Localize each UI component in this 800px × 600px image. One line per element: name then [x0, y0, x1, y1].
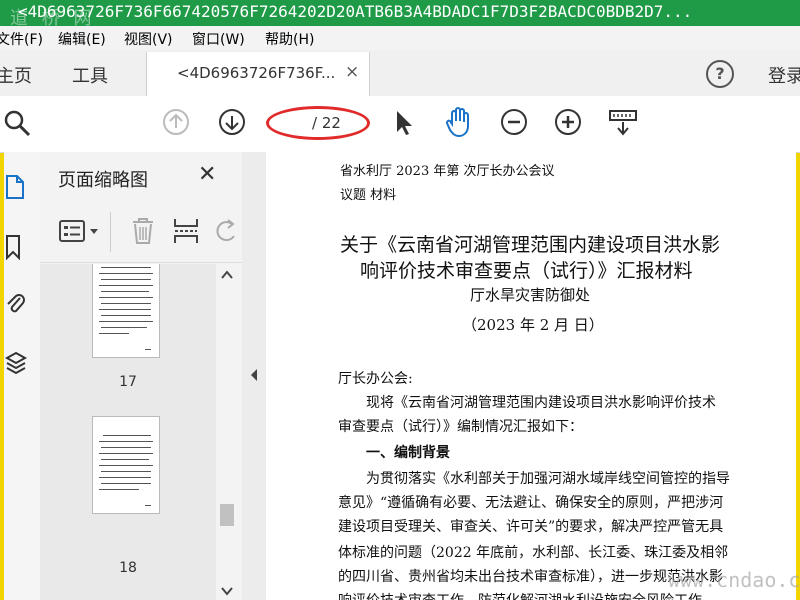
page-thumbnails-icon[interactable]	[4, 174, 26, 200]
tab-bar: 主页 工具 <4D6963726F736F... ×	[0, 50, 800, 97]
zoom-in-icon[interactable]	[554, 108, 582, 136]
page-thumbnail-18[interactable]	[92, 416, 160, 514]
bookmark-icon[interactable]	[4, 234, 24, 260]
document-view: 省水利厅 2023 年第 次厅长办公会议 议题 材料 关于《云南省河湖管理范围内…	[266, 152, 796, 600]
layers-icon[interactable]	[4, 350, 28, 376]
panel-title: 页面缩略图	[58, 170, 148, 191]
doc-section-heading: 一、编制背景	[366, 445, 450, 461]
menu-window[interactable]: 窗口(W)	[192, 29, 245, 49]
menu-help[interactable]: 帮助(H)	[265, 29, 314, 49]
doc-paragraph-line: 意见》“遵循确有必要、无法避让、确保安全的原则，严把涉河	[338, 495, 724, 511]
rotate-page-icon[interactable]	[216, 218, 238, 246]
tab-tools[interactable]: 工具	[72, 62, 108, 88]
login-button[interactable]: 登录	[768, 62, 800, 88]
previous-page-icon[interactable]	[162, 108, 190, 136]
thumbnail-options-icon[interactable]	[58, 218, 104, 246]
tab-close-button[interactable]: ×	[345, 62, 359, 82]
delete-page-icon[interactable]	[130, 216, 156, 246]
scrollbar-thumb[interactable]	[220, 504, 234, 526]
doc-title-line1: 关于《云南省河湖管理范围内建设项目洪水影	[340, 234, 721, 256]
doc-paragraph-line: 的四川省、贵州省均未出台技术审查标准），进一步规范洪水影	[338, 569, 723, 585]
doc-header-line2: 议题 材料	[340, 188, 397, 203]
doc-department: 厅水旱灾害防御处	[470, 286, 591, 304]
doc-salutation: 厅长办公会:	[338, 371, 413, 387]
panel-collapse-handle[interactable]	[242, 152, 266, 600]
doc-paragraph-line: 审查要点（试行）》编制情况汇报如下：	[338, 419, 583, 435]
doc-paragraph-line: 响评价技术审查工作，防范化解河湖水利设施安全风险工作	[338, 590, 702, 600]
thumbnail-scrollbar[interactable]	[216, 264, 238, 600]
window-title: <4D6963726F736F667420576F7264202D20ATB6B…	[18, 2, 693, 21]
scroll-up-icon[interactable]	[221, 270, 233, 280]
next-page-icon[interactable]	[218, 108, 246, 136]
page-thumbnail-17[interactable]	[92, 264, 160, 358]
menu-file[interactable]: 文件(F)	[0, 29, 43, 49]
menu-bar: 文件(F) 编辑(E) 视图(V) 窗口(W) 帮助(H)	[0, 26, 800, 51]
annotation-ellipse	[266, 106, 370, 140]
doc-paragraph-line: 体标准的问题（2022 年底前，水利部、长江委、珠江委及相邻	[338, 545, 729, 561]
title-bar: <4D6963726F736F667420576F7264202D20ATB6B…	[0, 0, 800, 29]
doc-title-line2: 响评价技术审查要点（试行）》汇报材料	[360, 260, 693, 282]
doc-paragraph-line: 现将《云南省河湖管理范围内建设项目洪水影响评价技术	[366, 395, 716, 411]
fit-page-icon[interactable]	[608, 108, 638, 138]
menu-view[interactable]: 视图(V)	[124, 29, 173, 49]
thumbnail-list: 17 18	[40, 264, 216, 600]
doc-date: （2023 年 2 月 日）	[462, 316, 604, 334]
doc-paragraph-line: 建设项目受理关、审查关、许可关”的要求，解决严控严管无具	[338, 519, 724, 535]
thumbnail-page-number: 17	[119, 374, 137, 390]
panel-close-button[interactable]: ✕	[198, 162, 216, 187]
attachment-icon[interactable]	[4, 290, 26, 316]
select-cursor-icon[interactable]	[392, 108, 416, 138]
tab-home[interactable]: 主页	[0, 62, 32, 88]
thumbnail-page-number: 18	[119, 560, 137, 576]
doc-header-line1: 省水利厅 2023 年第 次厅长办公会议	[340, 164, 555, 179]
left-rail	[4, 152, 41, 600]
toolbar: / 22	[0, 96, 800, 153]
panel-toolbar	[40, 204, 242, 263]
hand-tool-icon[interactable]	[444, 106, 474, 138]
tab-document[interactable]: <4D6963726F736F... ×	[146, 52, 370, 96]
watermark-bottom: www.cndao.com	[668, 568, 800, 592]
panel-divider	[110, 212, 111, 252]
menu-edit[interactable]: 编辑(E)	[58, 29, 106, 49]
collapse-arrow-icon	[251, 369, 257, 381]
doc-paragraph-line: 为贯彻落实《水利部关于加强河湖水域岸线空间管控的指导	[366, 471, 730, 487]
help-icon[interactable]: ?	[706, 60, 734, 88]
search-icon[interactable]	[2, 108, 32, 138]
tab-document-label: <4D6963726F736F...	[177, 64, 336, 82]
scroll-down-icon[interactable]	[221, 586, 233, 596]
extract-page-icon[interactable]	[172, 216, 200, 246]
thumbnail-panel: 页面缩略图 ✕ 17 18	[40, 152, 243, 600]
zoom-out-icon[interactable]	[500, 108, 528, 136]
